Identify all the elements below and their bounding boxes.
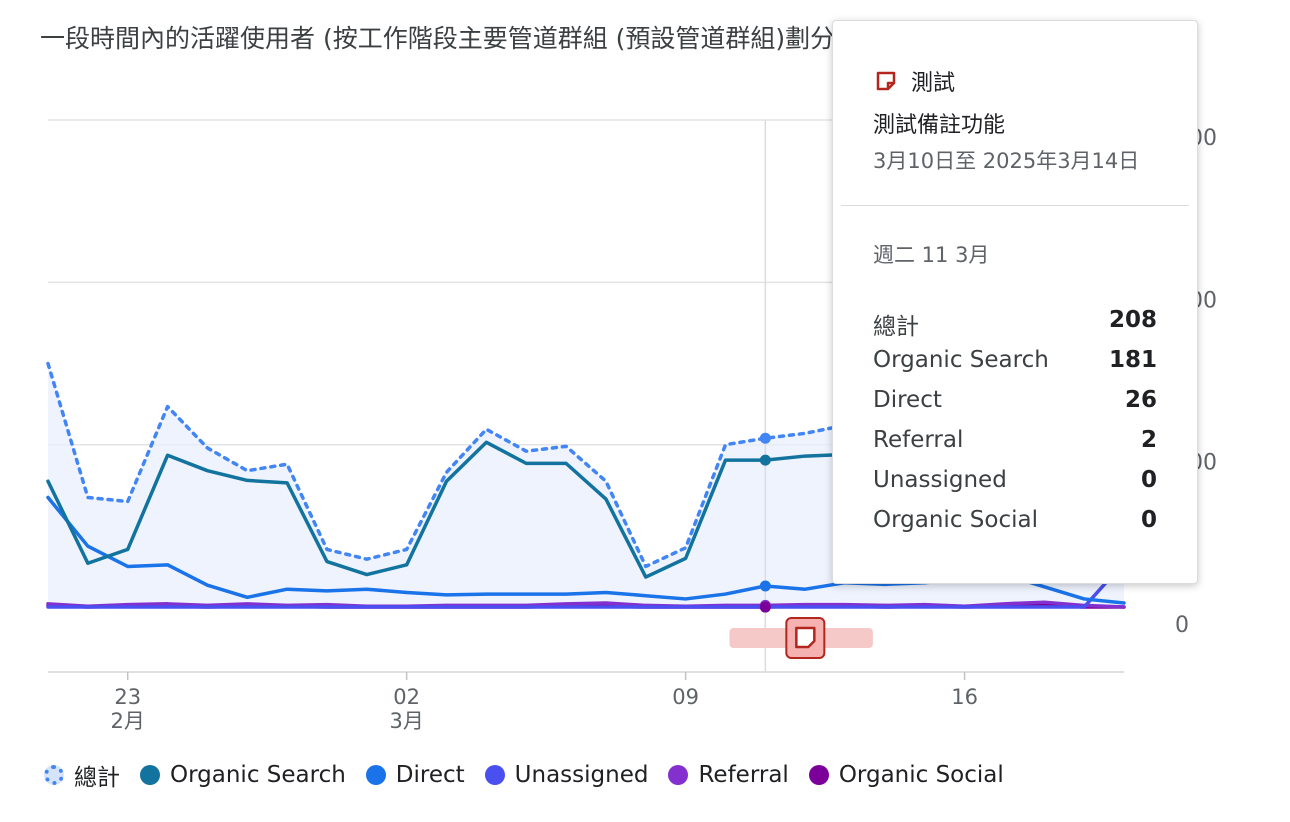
- legend-swatch: [484, 765, 505, 785]
- highlight-point: [759, 454, 771, 466]
- legend-item[interactable]: 總計: [44, 758, 120, 792]
- legend-swatch: [808, 765, 829, 785]
- tooltip-row: Organic Search 181: [873, 347, 1157, 387]
- tooltip-row-label: Organic Social: [873, 507, 1038, 533]
- legend-label: Referral: [698, 762, 789, 788]
- tooltip-row: Organic Social 0: [873, 507, 1157, 547]
- tooltip-row: Unassigned 0: [873, 467, 1157, 507]
- tooltip-row: Referral 2: [873, 427, 1157, 467]
- tooltip-row-value: 26: [1124, 387, 1157, 413]
- legend-swatch: [668, 765, 689, 785]
- y-tick-label: 0: [1175, 613, 1189, 638]
- tooltip-row-label: Referral: [873, 427, 964, 453]
- tooltip-note-description: 測試備註功能: [873, 113, 1006, 138]
- legend-label: Unassigned: [514, 762, 649, 788]
- tooltip-row-value: 181: [1108, 347, 1157, 373]
- legend-label: 總計: [74, 765, 120, 791]
- legend-swatch: [44, 765, 64, 785]
- note-icon: [795, 626, 816, 649]
- legend-label: Direct: [395, 762, 465, 788]
- legend-item[interactable]: Direct: [365, 762, 465, 788]
- tooltip-values: 總計 208 Organic Search 181 Direct 26 Referra…: [873, 307, 1157, 547]
- tooltip-row: Direct 26: [873, 387, 1157, 427]
- x-tick-month-label: 2月: [111, 709, 145, 733]
- legend-swatch: [140, 765, 160, 785]
- legend-item[interactable]: Referral: [668, 762, 789, 788]
- tooltip-row: 總計 208: [873, 307, 1157, 347]
- tooltip-row-value: 0: [1140, 467, 1157, 493]
- legend-item[interactable]: Organic Social: [808, 762, 1004, 788]
- legend-swatch: [365, 765, 386, 785]
- tooltip-note-title: 測試: [911, 71, 956, 96]
- legend-label: Organic Social: [838, 762, 1004, 788]
- legend-item[interactable]: Unassigned: [484, 762, 649, 788]
- tooltip-row-label: 總計: [873, 314, 919, 340]
- tooltip-row-label: Organic Search: [873, 347, 1049, 373]
- legend-label: Organic Search: [170, 762, 346, 788]
- tooltip-row-value: 2: [1140, 427, 1157, 453]
- tooltip-note-header: 測試: [875, 65, 955, 97]
- tooltip-date: 週二 11 3月: [873, 243, 990, 267]
- chart-legend: 總計 Organic Search Direct Unassigned Referral…: [44, 758, 1024, 792]
- tooltip-divider: [841, 205, 1189, 206]
- chart-tooltip: 測試 測試備註功能 3月10日至 2025年3月14日 週二 11 3月 總計 2…: [832, 20, 1198, 584]
- legend-item[interactable]: Organic Search: [140, 762, 346, 788]
- tooltip-row-label: Unassigned: [873, 467, 1007, 493]
- tooltip-row-value: 0: [1140, 507, 1157, 533]
- x-tick-month-label: 3月: [389, 709, 423, 733]
- tooltip-row-value: 208: [1108, 307, 1157, 333]
- highlight-point: [759, 432, 771, 444]
- x-tick-label: 16: [951, 685, 978, 709]
- x-tick-label: 02: [393, 685, 420, 709]
- note-icon: [876, 71, 896, 91]
- x-tick-label: 23: [114, 685, 141, 709]
- tooltip-row-label: Direct: [873, 387, 942, 413]
- highlight-point: [759, 601, 771, 613]
- highlight-point: [759, 580, 771, 592]
- tooltip-note-range: 3月10日至 2025年3月14日: [873, 149, 1140, 173]
- x-tick-label: 09: [672, 685, 699, 709]
